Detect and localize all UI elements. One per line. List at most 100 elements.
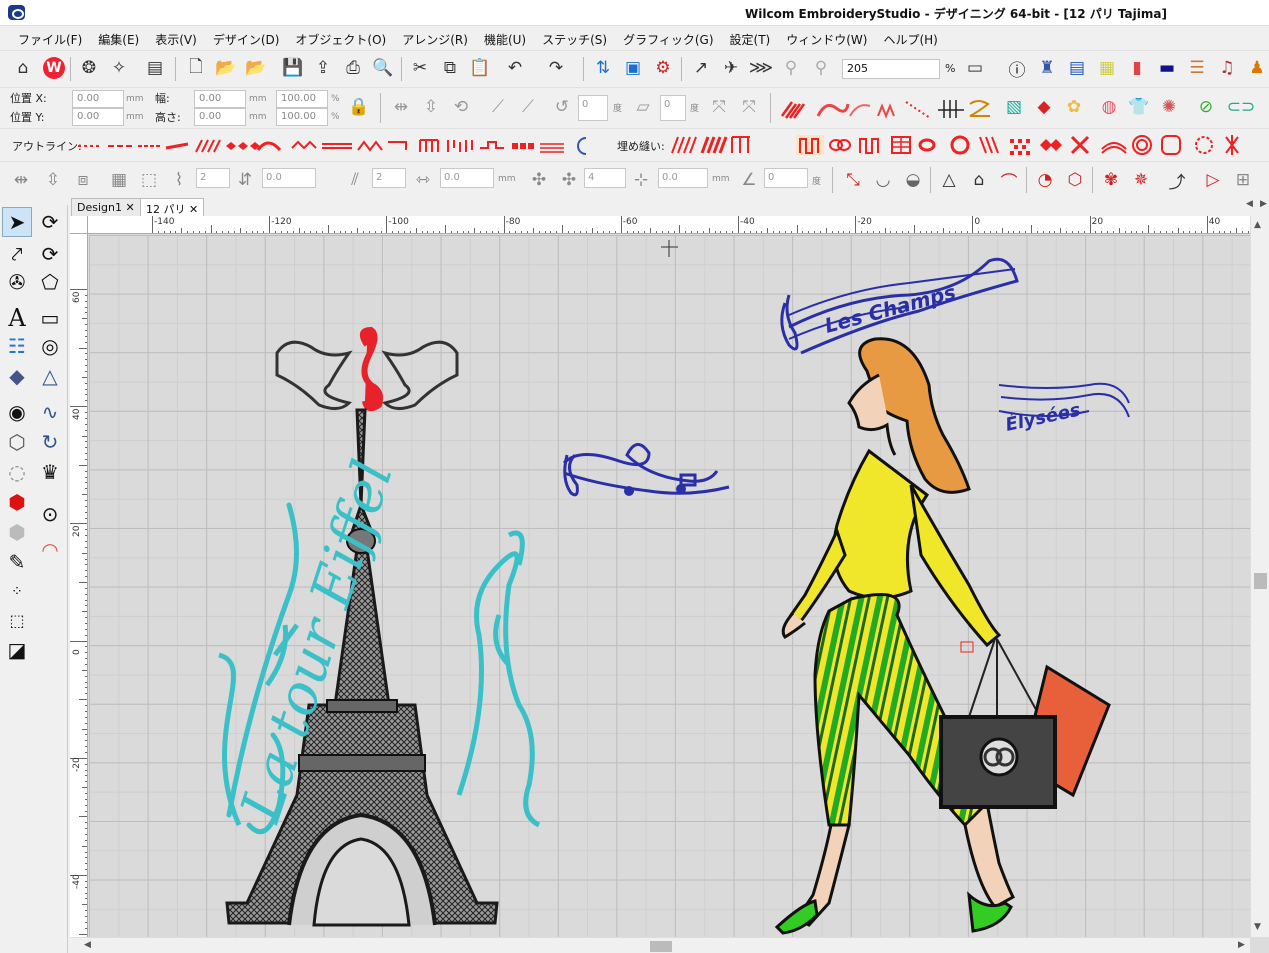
offset-field[interactable]: 0.0	[658, 168, 708, 188]
hoop-icon[interactable]: ♜	[1034, 55, 1060, 81]
vertical-scrollbar[interactable]: ▲ ▼	[1250, 216, 1269, 937]
align-icon[interactable]: ⤧	[706, 94, 732, 120]
balloon-icon[interactable]: ❂	[76, 55, 102, 81]
dots-icon[interactable]: ⁘	[2, 577, 32, 607]
eiffel-text[interactable]	[456, 530, 541, 828]
menu-stitch[interactable]: ステッチ(S)	[534, 27, 615, 49]
display-settings-icon[interactable]: ▭	[962, 55, 988, 81]
wilcom-icon[interactable]: W	[41, 55, 67, 81]
tab-scroll-left-icon[interactable]: ◀	[1246, 199, 1253, 209]
colorway-icon[interactable]: ⚙	[650, 55, 676, 81]
scale-width-field[interactable]: 100.00	[276, 90, 328, 108]
start-point-icon[interactable]: ◔	[1032, 167, 1058, 193]
grid-icon[interactable]: ▦	[106, 167, 132, 193]
stitch-player-icon[interactable]: ✧	[106, 55, 132, 81]
woman-figure-design[interactable]	[774, 337, 1111, 935]
auto-digitize-icon[interactable]: ↗	[688, 55, 714, 81]
star-icon[interactable]: ✿	[1061, 94, 1087, 120]
node-edit-icon[interactable]: △	[936, 167, 962, 193]
lock-proportions-icon[interactable]: 🔒	[346, 94, 372, 120]
travel-icon[interactable]: ✈	[718, 55, 744, 81]
open-recent-icon[interactable]: 📂	[243, 55, 269, 81]
rectangle-icon[interactable]: ▭	[35, 303, 65, 333]
lettering-icon[interactable]: A	[2, 303, 32, 333]
offset-icon[interactable]: ⊹	[628, 167, 654, 193]
spacing-icon[interactable]: ⧈	[70, 167, 96, 193]
close-icon[interactable]: ✕	[189, 203, 198, 216]
approval-icon[interactable]: ▤	[1064, 55, 1090, 81]
thread-icon[interactable]: ▬	[1154, 55, 1180, 81]
scroll-left-icon[interactable]: ◀	[84, 940, 91, 950]
cut-shape-icon[interactable]: ◡	[870, 167, 896, 193]
outline-tool-icon[interactable]: ◌	[2, 457, 32, 487]
distribute-v-icon[interactable]: ⇳	[40, 167, 66, 193]
slant-angle-field[interactable]: 0	[660, 95, 686, 121]
count-field-2[interactable]: 2	[372, 168, 406, 188]
pos-x-field[interactable]: 0.00	[72, 90, 124, 108]
polyline-select-icon[interactable]: ⤤	[2, 239, 32, 269]
rotate-ccw-icon[interactable]: ↺	[549, 94, 575, 120]
skew2-icon[interactable]: ⟋	[515, 94, 541, 120]
trim-icon[interactable]: ⚲	[778, 55, 804, 81]
digitize-curve-icon[interactable]: ∿	[35, 397, 65, 427]
lock-icon[interactable]: ⚲	[808, 55, 834, 81]
shape-combine-icon[interactable]: ◪	[2, 635, 32, 665]
flower-icon[interactable]: ✾	[1098, 167, 1124, 193]
slant-icon[interactable]: ▱	[630, 94, 656, 120]
embroidery-design[interactable]: La tour Eiffel Les Champs Élysées	[89, 235, 1250, 937]
copy-icon[interactable]: ⧉	[437, 55, 463, 81]
horizontal-scroll-thumb[interactable]	[650, 941, 672, 952]
production-icon[interactable]: ♫	[1214, 55, 1240, 81]
mirror-h-icon[interactable]: ⇹	[388, 94, 414, 120]
design-grid[interactable]: La tour Eiffel Les Champs Élysées	[89, 235, 1250, 937]
scroll-right-icon[interactable]: ▶	[1238, 940, 1245, 950]
wheel-icon[interactable]: ✵	[1128, 167, 1154, 193]
undo-icon[interactable]: ↶	[502, 55, 528, 81]
hexagon-icon[interactable]: ⬢	[2, 517, 32, 547]
menu-design[interactable]: デザイン(D)	[205, 27, 288, 49]
transform-icon[interactable]: ⊞	[1230, 167, 1256, 193]
home-icon[interactable]: ⌂	[10, 55, 36, 81]
select-arrow-icon[interactable]: ➤	[2, 207, 32, 237]
frame-icon[interactable]: ⬚	[136, 167, 162, 193]
color-film-icon[interactable]: ▮	[1124, 55, 1150, 81]
spacing-field-1[interactable]: 0.0	[262, 168, 316, 188]
open-folder-icon[interactable]: 📂	[213, 55, 239, 81]
distribute-h-icon[interactable]: ⇹	[8, 167, 34, 193]
print-preview-icon[interactable]: 🔍	[370, 55, 396, 81]
zoom-select[interactable]: 205	[842, 59, 940, 79]
menu-function[interactable]: 機能(U)	[476, 27, 534, 49]
closed-shape-icon[interactable]: ↻	[35, 427, 65, 457]
menu-window[interactable]: ウィンドウ(W)	[778, 27, 875, 49]
machine-icon[interactable]: ▣	[620, 55, 646, 81]
vertical-scroll-thumb[interactable]	[1254, 573, 1267, 589]
align2-icon[interactable]: ⤧	[736, 94, 762, 120]
height-field[interactable]: 0.00	[194, 108, 246, 126]
cut-icon[interactable]: ✂	[407, 55, 433, 81]
skew-icon[interactable]: ⟋	[485, 94, 511, 120]
knife-icon[interactable]: ◒	[900, 167, 926, 193]
arrow-shape-icon[interactable]: ▷	[1200, 167, 1226, 193]
redo-icon[interactable]: ↷	[543, 55, 569, 81]
pos-y-field[interactable]: 0.00	[72, 108, 124, 126]
menu-settings[interactable]: 設定(T)	[722, 27, 779, 49]
spacing2-icon[interactable]: ⫽	[342, 167, 368, 193]
picture-icon[interactable]: ▧	[1001, 94, 1027, 120]
apparel-icon[interactable]: ✺	[1156, 94, 1182, 120]
reshape-select-icon[interactable]: ⟳	[35, 207, 65, 237]
library-icon[interactable]: ▤	[142, 55, 168, 81]
zigzag-icon[interactable]: ⌇	[166, 167, 192, 193]
monogram-tool-icon[interactable]: ◆	[2, 361, 32, 391]
menu-edit[interactable]: 編集(E)	[90, 27, 147, 49]
count-field-1[interactable]: 2	[196, 168, 230, 188]
menu-object[interactable]: オブジェクト(O)	[287, 27, 394, 49]
shapes-icon[interactable]: ◆	[1031, 94, 1057, 120]
chain-icon[interactable]: ⊙	[35, 499, 65, 529]
scale-height-field[interactable]: 100.00	[276, 108, 328, 126]
rotate-angle-field[interactable]: 0	[578, 95, 608, 121]
scroll-up-icon[interactable]: ▲	[1254, 220, 1261, 230]
tab-design1[interactable]: Design1 ✕	[71, 198, 141, 216]
spacing-field-2[interactable]: 0.0	[440, 168, 494, 188]
horizontal-scrollbar[interactable]: ◀ ▶	[70, 937, 1250, 953]
path-icon[interactable]: ⤴	[1164, 167, 1190, 193]
